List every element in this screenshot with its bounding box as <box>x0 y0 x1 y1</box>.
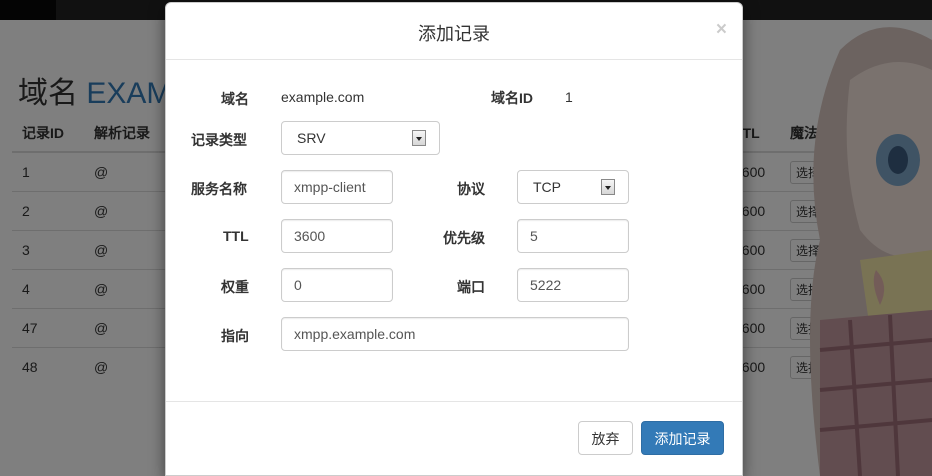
weight-input[interactable] <box>281 268 393 302</box>
add-record-modal: 添加记录 × 域名 example.com 域名ID 1 记录类型 SRV 服务… <box>165 2 743 476</box>
modal-header: 添加记录 × <box>166 3 742 60</box>
ttl-input[interactable] <box>281 219 393 253</box>
record-type-select[interactable]: SRV <box>281 121 440 155</box>
port-input[interactable] <box>517 268 629 302</box>
close-icon[interactable]: × <box>716 19 727 41</box>
ttl-label: TTL <box>223 228 249 244</box>
domain-value: example.com <box>281 89 365 105</box>
record-type-selected: SRV <box>297 130 326 146</box>
service-name-input[interactable] <box>281 170 393 204</box>
chevron-down-icon[interactable] <box>412 130 426 146</box>
record-type-label: 记录类型 <box>191 132 247 148</box>
port-label: 端口 <box>457 279 485 295</box>
add-record-button[interactable]: 添加记录 <box>641 421 724 455</box>
modal-title: 添加记录 <box>418 24 490 44</box>
protocol-select[interactable]: TCP <box>517 170 629 204</box>
priority-input[interactable] <box>517 219 629 253</box>
cancel-button[interactable]: 放弃 <box>578 421 633 455</box>
weight-label: 权重 <box>221 279 249 295</box>
target-label: 指向 <box>221 328 249 344</box>
priority-label: 优先级 <box>443 230 485 246</box>
domain-id-label: 域名ID <box>491 90 533 106</box>
modal-footer <box>166 401 742 402</box>
chevron-down-icon[interactable] <box>601 179 615 195</box>
domain-label: 域名 <box>221 91 249 107</box>
protocol-label: 协议 <box>457 181 485 197</box>
domain-id-value: 1 <box>565 89 573 105</box>
service-name-label: 服务名称 <box>191 181 247 197</box>
protocol-selected: TCP <box>533 179 561 195</box>
target-input[interactable] <box>281 317 629 351</box>
